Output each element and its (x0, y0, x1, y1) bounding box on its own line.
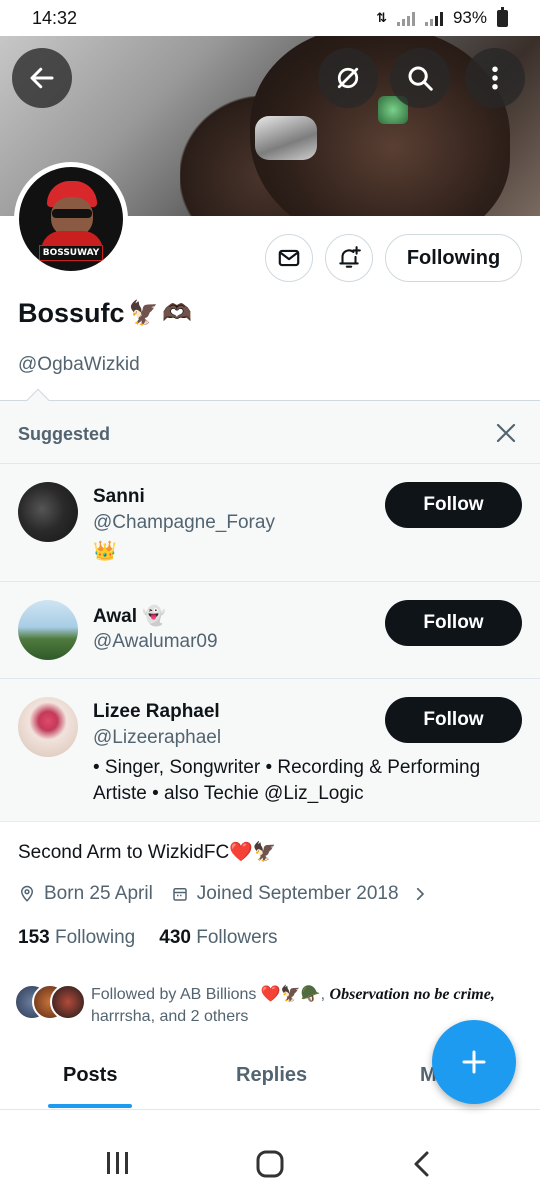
following-count-label: Following (54, 927, 136, 948)
suggested-item[interactable]: Awal 👻 @Awalumar09 Follow (0, 581, 540, 678)
data-transfer-icon: ⇅ (376, 10, 387, 25)
bell-plus-icon (339, 246, 361, 268)
notifications-button[interactable] (325, 234, 373, 282)
profile-handle: @OgbaWizkid (18, 354, 140, 375)
suggested-avatar[interactable] (18, 697, 78, 757)
compose-button[interactable] (432, 1020, 516, 1104)
following-button[interactable]: Following (385, 234, 522, 282)
suggested-name[interactable]: Awal 👻 (93, 604, 166, 628)
calendar-icon (173, 888, 187, 901)
hide-icon (337, 67, 359, 89)
suggested-bio: 👑 (93, 541, 117, 562)
recent-apps-icon[interactable] (104, 1150, 132, 1176)
status-time: 14:32 (32, 7, 78, 28)
mail-icon (278, 249, 300, 267)
followed-by-prefix: Followed by AB Billions ❤️🦅🪖, (91, 986, 326, 1003)
battery-icon (497, 6, 508, 27)
profile-name-text: Bossufc (18, 298, 125, 328)
avatar-glasses (52, 209, 92, 218)
chevron-right-icon[interactable] (411, 885, 429, 903)
followers-count: 430 (159, 927, 191, 948)
following-count-link[interactable]: 153 Following (18, 927, 135, 949)
followers-count-label: Followers (196, 927, 278, 948)
suggested-avatar[interactable] (18, 482, 78, 542)
followed-by-fancy: Observation no be crime, (329, 986, 495, 1003)
suggested-handle: @Lizeeraphael (93, 727, 222, 748)
profile-name: Bossufc 🦅 🫶🏿 (18, 298, 192, 329)
battery-percent: 93% (452, 8, 487, 27)
message-button[interactable] (265, 234, 313, 282)
suggested-handle: @Champagne_Foray (93, 512, 275, 533)
suggested-avatar[interactable] (18, 600, 78, 660)
followed-by-text: Followed by AB Billions ❤️🦅🪖, Observatio… (91, 984, 511, 1028)
followers-count-link[interactable]: 430 Followers (159, 927, 277, 949)
follow-counts: 153 Following 430 Followers (18, 927, 278, 949)
close-icon[interactable] (494, 421, 518, 445)
suggested-item[interactable]: Sanni @Champagne_Foray 👑 Follow (0, 463, 540, 581)
hide-button[interactable] (318, 48, 378, 108)
followed-by-avatars (14, 984, 86, 1022)
follow-button[interactable]: Follow (385, 600, 522, 646)
suggested-caret (26, 388, 50, 412)
status-bar: 14:32 ⇅ 93% (0, 0, 540, 36)
tab-posts[interactable]: Posts (63, 1064, 117, 1087)
follow-button[interactable]: Follow (385, 482, 522, 528)
status-icons: ⇅ 93% (376, 6, 508, 28)
suggested-name[interactable]: Sanni (93, 486, 145, 508)
follow-button[interactable]: Follow (385, 697, 522, 743)
signal-icon (396, 10, 415, 26)
suggested-handle: @Awalumar09 (93, 631, 218, 652)
suggested-bio: • Singer, Songwriter • Recording & Perfo… (93, 757, 481, 804)
avatar-logo-text: BOSSUWAY (39, 245, 103, 261)
search-icon (408, 66, 433, 91)
plus-icon (462, 1050, 486, 1074)
heart-hands-emoji: 🫶🏿 (162, 300, 193, 327)
tab-indicator (48, 1104, 132, 1108)
more-vertical-icon (492, 66, 498, 90)
avatar-image: BOSSUWAY (19, 167, 123, 271)
system-nav-bar (0, 1124, 540, 1200)
profile-avatar[interactable]: BOSSUWAY (14, 162, 128, 276)
followed-by-suffix: harrrsha, and 2 others (91, 1008, 249, 1025)
suggested-section: Suggested Sanni @Champagne_Foray 👑 Follo… (0, 388, 540, 822)
born-date: Born 25 April (44, 883, 153, 904)
back-button[interactable] (12, 48, 72, 108)
follower-avatar (50, 984, 86, 1020)
signal-icon (424, 10, 443, 26)
back-nav-icon[interactable] (410, 1150, 434, 1178)
suggested-item[interactable]: Lizee Raphael @Lizeeraphael • Singer, So… (0, 678, 540, 822)
profile-bio: Second Arm to WizkidFC❤️🦅 (18, 842, 277, 863)
search-button[interactable] (390, 48, 450, 108)
more-button[interactable] (465, 48, 525, 108)
location-pin-icon (20, 885, 34, 902)
back-arrow-icon (30, 67, 54, 89)
tab-replies[interactable]: Replies (236, 1064, 307, 1087)
banner-image-watch (255, 116, 317, 160)
eagle-emoji: 🦅 (128, 300, 159, 327)
profile-meta: Born 25 April Joined September 2018 (18, 883, 429, 905)
suggested-name[interactable]: Lizee Raphael (93, 701, 220, 723)
home-icon[interactable] (255, 1149, 285, 1179)
following-count: 153 (18, 927, 50, 948)
joined-date: Joined September 2018 (196, 883, 399, 904)
suggested-title: Suggested (18, 424, 111, 444)
